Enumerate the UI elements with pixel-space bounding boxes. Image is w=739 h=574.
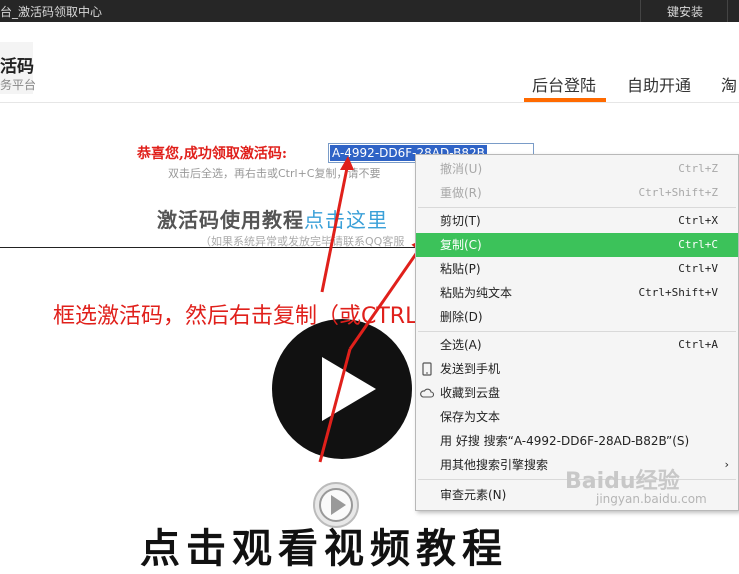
menu-undo-label: 撤消(U) <box>440 162 483 176</box>
menu-cut[interactable]: 剪切(T) Ctrl+X <box>416 209 738 233</box>
menu-separator <box>418 331 736 332</box>
menu-select-all-shortcut: Ctrl+A <box>678 338 718 351</box>
menu-copy[interactable]: 复制(C) Ctrl+C <box>416 233 738 257</box>
menu-select-all-label: 全选(A) <box>440 338 482 352</box>
menu-copy-shortcut: Ctrl+C <box>678 238 718 251</box>
chevron-right-icon: › <box>723 458 730 471</box>
menu-paste-label: 粘贴(P) <box>440 262 481 276</box>
menu-save-to-cloud-label: 收藏到云盘 <box>440 386 501 400</box>
menu-paste-plain-shortcut: Ctrl+Shift+V <box>638 286 718 299</box>
menu-undo-shortcut: Ctrl+Z <box>678 162 718 175</box>
context-menu: 撤消(U) Ctrl+Z 重做(R) Ctrl+Shift+Z 剪切(T) Ct… <box>415 154 739 511</box>
menu-delete-label: 删除(D) <box>440 310 483 324</box>
menu-save-as-text-label: 保存为文本 <box>440 410 501 424</box>
menu-select-all[interactable]: 全选(A) Ctrl+A <box>416 333 738 357</box>
menu-cut-label: 剪切(T) <box>440 214 481 228</box>
menu-undo[interactable]: 撤消(U) Ctrl+Z <box>416 157 738 181</box>
menu-copy-label: 复制(C) <box>440 238 482 252</box>
menu-save-as-text[interactable]: 保存为文本 <box>416 405 738 429</box>
cloud-icon <box>420 388 434 398</box>
menu-cut-shortcut: Ctrl+X <box>678 214 718 227</box>
menu-paste-plain[interactable]: 粘贴为纯文本 Ctrl+Shift+V <box>416 281 738 305</box>
menu-paste-shortcut: Ctrl+V <box>678 262 718 275</box>
menu-redo-label: 重做(R) <box>440 186 482 200</box>
menu-redo-shortcut: Ctrl+Shift+Z <box>638 186 718 199</box>
menu-redo[interactable]: 重做(R) Ctrl+Shift+Z <box>416 181 738 205</box>
menu-send-to-phone[interactable]: 发送到手机 <box>416 357 738 381</box>
baidu-watermark-url: jingyan.baidu.com <box>596 492 707 506</box>
menu-separator <box>418 207 736 208</box>
menu-delete[interactable]: 删除(D) <box>416 305 738 329</box>
menu-paste[interactable]: 粘贴(P) Ctrl+V <box>416 257 738 281</box>
menu-search-haosou-label: 用 好搜 搜索“A-4992-DD6F-28AD-B82B”(S) <box>440 434 690 448</box>
phone-icon <box>422 362 432 376</box>
menu-save-to-cloud[interactable]: 收藏到云盘 <box>416 381 738 405</box>
menu-search-haosou[interactable]: 用 好搜 搜索“A-4992-DD6F-28AD-B82B”(S) <box>416 429 738 453</box>
menu-search-other-label: 用其他搜索引擎搜索 <box>440 458 549 472</box>
menu-paste-plain-label: 粘贴为纯文本 <box>440 286 513 300</box>
baidu-watermark: Baidu经验 <box>565 469 680 494</box>
menu-send-to-phone-label: 发送到手机 <box>440 362 501 376</box>
menu-inspect-label: 审查元素(N) <box>440 488 507 502</box>
